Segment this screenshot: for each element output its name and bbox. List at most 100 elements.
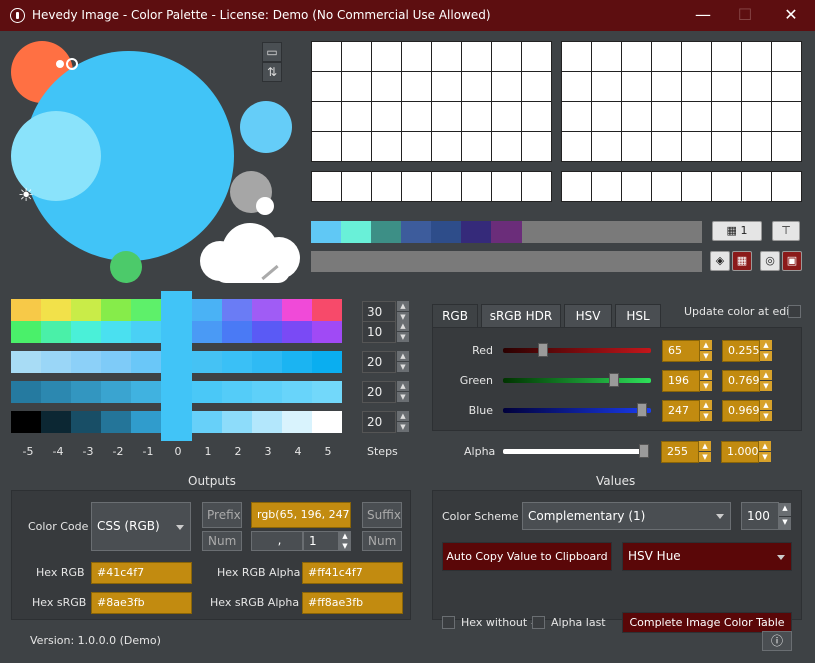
- green-circle[interactable]: [110, 251, 142, 283]
- swatch-cell[interactable]: [592, 72, 621, 101]
- range-swatch[interactable]: [131, 321, 162, 343]
- maximize-button[interactable]: ☐: [730, 4, 760, 26]
- swatch-cell[interactable]: [712, 102, 741, 131]
- swatch-cell[interactable]: [562, 172, 591, 201]
- range-swatch[interactable]: [191, 299, 222, 321]
- channel-float-down[interactable]: ▼: [760, 411, 772, 421]
- channel-slider-track[interactable]: [503, 408, 651, 413]
- steps-spinner[interactable]: 20 ▲ ▼: [362, 381, 410, 403]
- palette-swatch[interactable]: [491, 221, 522, 243]
- range-swatch[interactable]: [41, 321, 72, 343]
- channel-int-up[interactable]: ▲: [700, 370, 712, 380]
- range-swatch[interactable]: [101, 381, 132, 403]
- swatch-cell[interactable]: [462, 102, 491, 131]
- swatch-cell[interactable]: [522, 42, 551, 71]
- alpha-float-down[interactable]: ▼: [759, 452, 771, 462]
- channel-int-field[interactable]: 247: [662, 400, 700, 422]
- range-swatch[interactable]: [311, 411, 343, 433]
- color-row-left[interactable]: [311, 171, 552, 202]
- swatch-cell[interactable]: [772, 72, 801, 101]
- swatch-cell[interactable]: [772, 102, 801, 131]
- swatch-cell[interactable]: [622, 132, 651, 161]
- tab-hsv[interactable]: HSV: [564, 304, 612, 328]
- swatch-cell[interactable]: [402, 102, 431, 131]
- tertiary-circle[interactable]: [240, 101, 292, 153]
- steps-spinner[interactable]: 30 ▲ ▼: [362, 301, 410, 323]
- swatch-cell[interactable]: [462, 172, 491, 201]
- range-swatch[interactable]: [191, 321, 222, 343]
- channel-float-field[interactable]: 0.255: [722, 340, 760, 362]
- swatch-cell[interactable]: [402, 42, 431, 71]
- palette-swatch[interactable]: [461, 221, 492, 243]
- swatch-cell[interactable]: [652, 72, 681, 101]
- range-swatch[interactable]: [11, 351, 42, 373]
- alpha-float-up[interactable]: ▲: [759, 441, 771, 451]
- swatch-cell[interactable]: [372, 172, 401, 201]
- channel-int-field[interactable]: 65: [662, 340, 700, 362]
- swatch-cell[interactable]: [682, 42, 711, 71]
- swatch-cell[interactable]: [462, 72, 491, 101]
- steps-up[interactable]: ▲: [397, 411, 409, 421]
- tab-hsl[interactable]: HSL: [615, 304, 661, 328]
- steps-up[interactable]: ▲: [397, 381, 409, 391]
- swatch-cell[interactable]: [312, 102, 341, 131]
- range-swatch[interactable]: [101, 299, 132, 321]
- steps-spinner[interactable]: 20 ▲ ▼: [362, 411, 410, 433]
- swatch-cell[interactable]: [622, 102, 651, 131]
- range-swatch[interactable]: [71, 351, 102, 373]
- auto-copy-button[interactable]: Auto Copy Value to Clipboard: [442, 542, 612, 571]
- tab-srgb-hdr[interactable]: sRGB HDR: [481, 304, 561, 328]
- range-swatch[interactable]: [101, 321, 132, 343]
- swatch-cell[interactable]: [712, 72, 741, 101]
- range-swatch[interactable]: [251, 381, 282, 403]
- channel-slider-track[interactable]: [503, 378, 651, 383]
- swatch-cell[interactable]: [312, 172, 341, 201]
- swatch-cell[interactable]: [372, 42, 401, 71]
- swatch-cell[interactable]: [342, 102, 371, 131]
- swatch-cell[interactable]: [682, 72, 711, 101]
- alpha-slider-track[interactable]: [503, 449, 649, 454]
- channel-int-down[interactable]: ▼: [700, 351, 712, 361]
- channel-float-up[interactable]: ▲: [760, 340, 772, 350]
- swatch-cell[interactable]: [562, 72, 591, 101]
- steps-up[interactable]: ▲: [397, 301, 409, 311]
- channel-float-field[interactable]: 0.769: [722, 370, 760, 392]
- color-scheme-select[interactable]: Complementary (1): [522, 502, 731, 530]
- steps-down[interactable]: ▼: [397, 422, 409, 432]
- swatch-cell[interactable]: [342, 72, 371, 101]
- swatch-cell[interactable]: [432, 132, 461, 161]
- palette-swatch[interactable]: [311, 221, 342, 243]
- complete-table-button[interactable]: Complete Image Color Table: [622, 612, 792, 633]
- swatch-cell[interactable]: [682, 132, 711, 161]
- swatch-cell[interactable]: [712, 172, 741, 201]
- separator-count-up[interactable]: ▲: [339, 531, 351, 541]
- range-swatch[interactable]: [131, 299, 162, 321]
- swatch-cell[interactable]: [712, 42, 741, 71]
- save-button[interactable]: ▣: [782, 251, 802, 271]
- swatch-cell[interactable]: [652, 172, 681, 201]
- channel-float-field[interactable]: 0.969: [722, 400, 760, 422]
- swatch-cell[interactable]: [522, 132, 551, 161]
- swatch-cell[interactable]: [562, 102, 591, 131]
- color-grid-right[interactable]: [561, 41, 802, 162]
- channel-int-up[interactable]: ▲: [700, 340, 712, 350]
- drop-icon[interactable]: [256, 197, 274, 215]
- swatch-cell[interactable]: [492, 172, 521, 201]
- swatch-cell[interactable]: [742, 72, 771, 101]
- channel-int-down[interactable]: ▼: [700, 381, 712, 391]
- swatch-cell[interactable]: [342, 132, 371, 161]
- swatch-cell[interactable]: [652, 102, 681, 131]
- swatch-cell[interactable]: [622, 72, 651, 101]
- swatch-cell[interactable]: [342, 172, 371, 201]
- swatch-cell[interactable]: [592, 132, 621, 161]
- color-row-right[interactable]: [561, 171, 802, 202]
- scheme-count-field[interactable]: 100: [741, 502, 779, 530]
- swatch-cell[interactable]: [402, 72, 431, 101]
- swatch-cell[interactable]: [622, 172, 651, 201]
- swatch-cell[interactable]: [432, 172, 461, 201]
- swatch-cell[interactable]: [622, 42, 651, 71]
- channel-int-up[interactable]: ▲: [700, 400, 712, 410]
- palette-swatch[interactable]: [521, 221, 703, 243]
- steps-value[interactable]: 20: [362, 411, 396, 433]
- scheme-count-up[interactable]: ▲: [779, 503, 791, 516]
